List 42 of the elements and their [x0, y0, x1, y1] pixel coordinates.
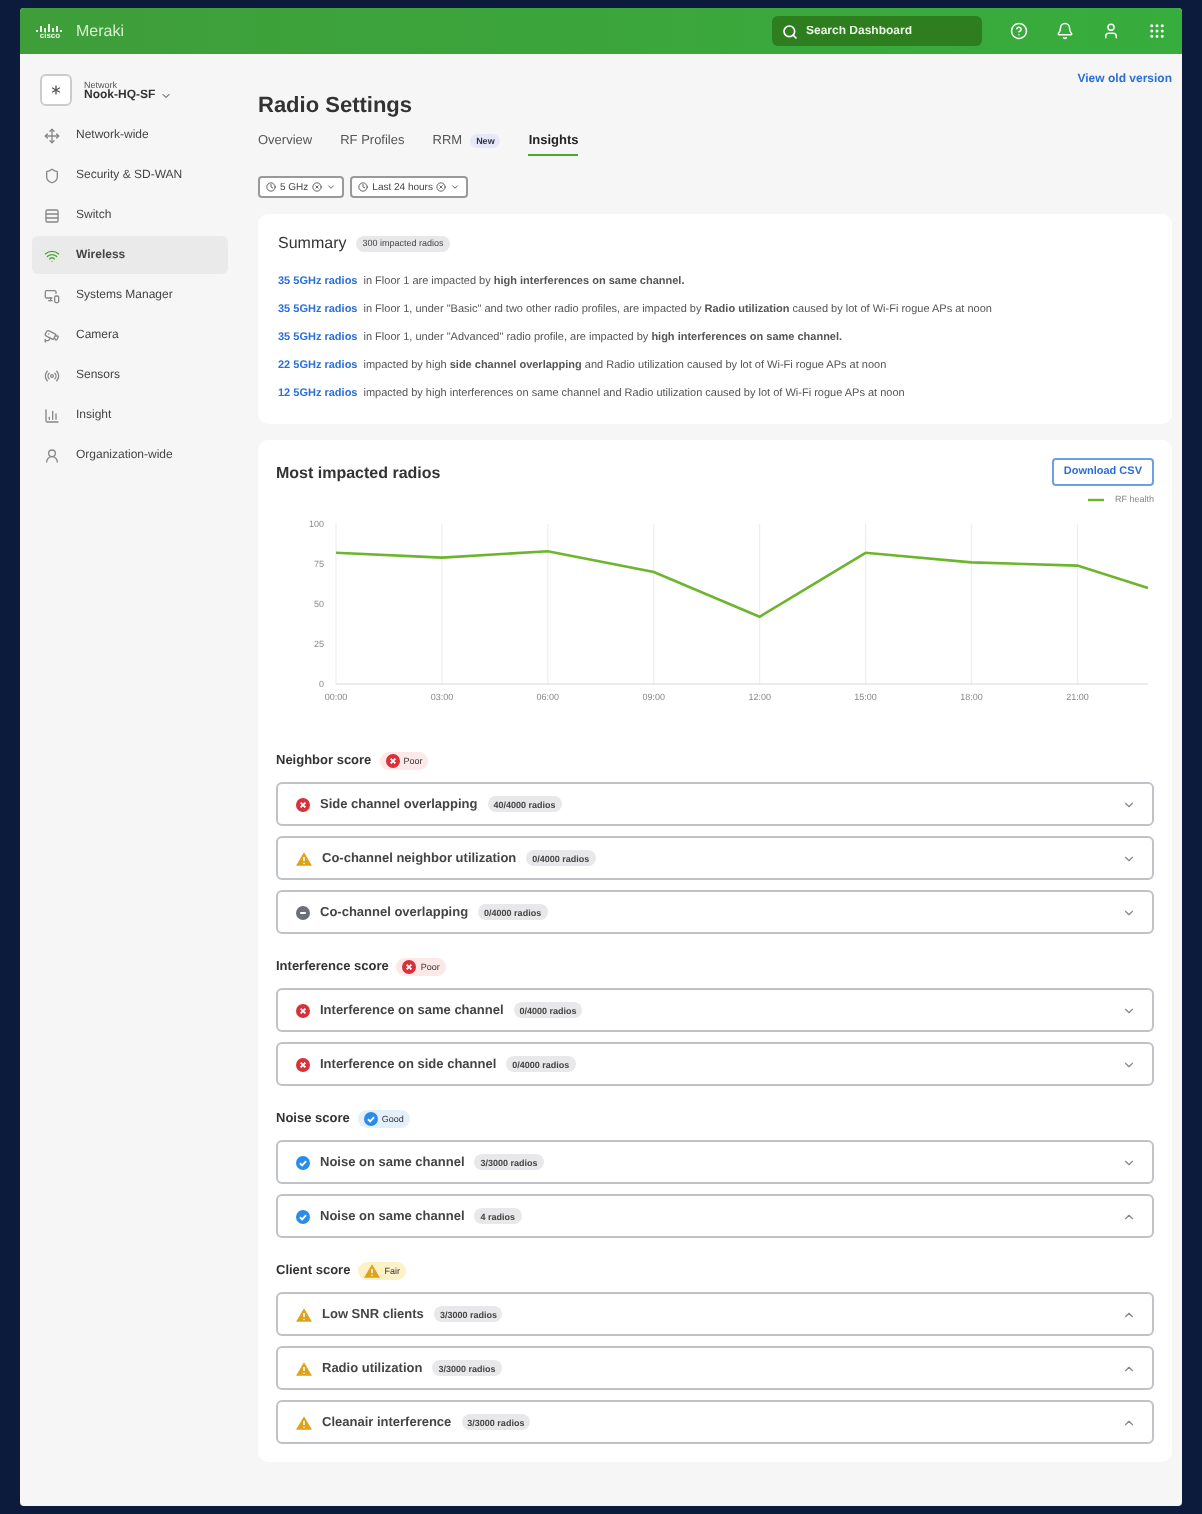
bell-icon[interactable]	[1056, 22, 1074, 40]
check-icon	[296, 1209, 310, 1223]
help-icon[interactable]	[1010, 22, 1028, 40]
error-icon	[385, 754, 400, 768]
warning-icon	[364, 1264, 381, 1278]
warning-icon	[296, 1415, 312, 1429]
minus-icon	[296, 905, 310, 919]
user-icon[interactable]	[1102, 22, 1120, 40]
shield-icon	[44, 167, 60, 183]
error-icon	[402, 960, 417, 974]
chevron-icon	[450, 182, 461, 192]
warning-icon	[296, 1361, 312, 1375]
error-icon	[296, 797, 310, 811]
clock-icon	[358, 182, 369, 192]
chevron-icon	[326, 182, 337, 192]
clear-icon[interactable]	[312, 182, 323, 192]
brand-name: Meraki	[76, 22, 125, 40]
chevron-icon	[159, 89, 172, 101]
error-icon	[296, 1003, 310, 1017]
check-icon	[296, 1155, 310, 1169]
clear-icon[interactable]	[436, 182, 447, 192]
sensor-icon	[44, 367, 60, 383]
card-title: Most impacted radios	[276, 463, 441, 481]
card-title: Summary	[278, 234, 347, 252]
apps-grid-icon[interactable]	[1148, 22, 1166, 40]
bar-chart-icon	[44, 407, 60, 423]
wifi-icon	[44, 247, 60, 263]
move-icon	[44, 127, 60, 143]
rows-icon	[44, 207, 60, 223]
warning-icon	[296, 851, 312, 865]
network-icon	[40, 74, 72, 106]
search-icon	[782, 23, 798, 39]
warning-icon	[296, 1307, 312, 1321]
person-icon	[44, 447, 60, 463]
clock-icon	[266, 182, 276, 192]
camera-icon	[44, 327, 60, 343]
error-icon	[296, 1057, 310, 1071]
logo-bars-icon	[36, 22, 64, 32]
page-title: Radio Settings	[258, 94, 415, 118]
devices-icon	[44, 287, 60, 303]
check-icon	[363, 1112, 378, 1126]
legend-line-icon	[1088, 497, 1105, 501]
